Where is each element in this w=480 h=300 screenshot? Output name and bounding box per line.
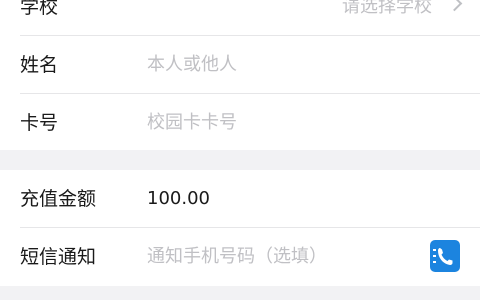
card-label: 卡号 <box>20 112 59 134</box>
school-label: 学校 <box>20 0 59 18</box>
phone-contact-icon[interactable] <box>430 240 460 272</box>
school-row[interactable]: 学校 请选择学校 <box>0 0 480 36</box>
sms-label: 短信通知 <box>20 246 97 268</box>
amount-row: 充值金额 100.00 <box>0 170 480 228</box>
chevron-right-icon <box>446 0 463 12</box>
sms-row: 短信通知 通知手机号码（选填） <box>0 228 480 286</box>
student-info-group: 学校 请选择学校 姓名 本人或他人 卡号 校园卡卡号 <box>0 0 480 150</box>
recharge-form-page: 学校 请选择学校 姓名 本人或他人 卡号 校园卡卡号 充值金额 100.00 短… <box>0 0 480 300</box>
card-number-input[interactable]: 校园卡卡号 <box>147 94 237 152</box>
name-row: 姓名 本人或他人 <box>0 36 480 94</box>
card-row: 卡号 校园卡卡号 <box>0 94 480 152</box>
name-input[interactable]: 本人或他人 <box>147 36 237 94</box>
amount-label: 充值金额 <box>20 188 97 210</box>
phone-number-input[interactable]: 通知手机号码（选填） <box>147 228 327 286</box>
payment-group: 充值金额 100.00 短信通知 通知手机号码（选填） <box>0 170 480 286</box>
amount-input[interactable]: 100.00 <box>147 170 210 228</box>
name-label: 姓名 <box>20 54 59 76</box>
school-select[interactable]: 请选择学校 <box>342 0 432 36</box>
